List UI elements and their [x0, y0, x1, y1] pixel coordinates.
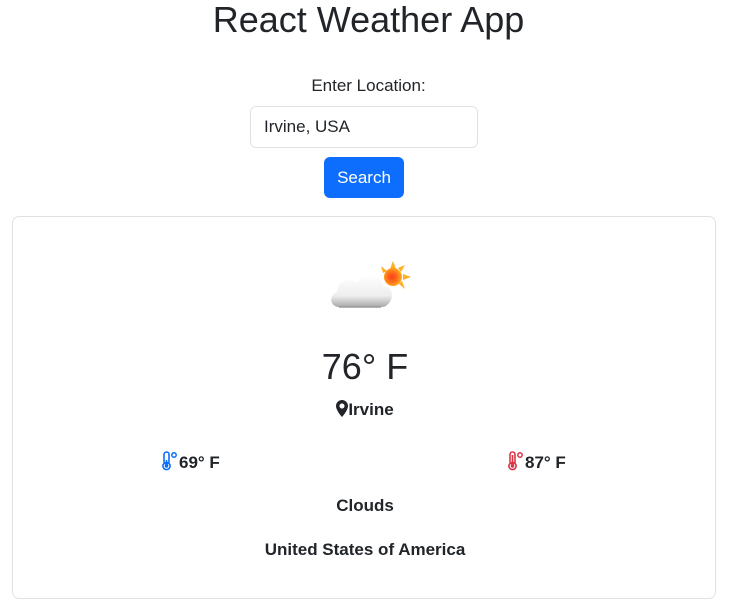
- weather-condition: Clouds: [336, 496, 394, 515]
- search-button[interactable]: Search: [324, 157, 404, 198]
- app-title: React Weather App: [212, 0, 525, 40]
- thermometer-high-icon: [508, 451, 523, 471]
- partly-cloudy-sun-icon: [331, 261, 411, 308]
- location-label: Enter Location:: [311, 76, 426, 95]
- country-name: United States of America: [264, 540, 466, 559]
- thermometer-low-icon: [162, 451, 177, 471]
- location-input[interactable]: [250, 106, 478, 148]
- weather-card: 76° F Irvine 69° F 87° F Clouds United S…: [12, 216, 716, 599]
- location-pin-icon: [336, 400, 349, 417]
- min-temperature: 69° F: [161, 451, 220, 474]
- max-temperature-value: 87° F: [525, 453, 566, 472]
- min-temperature-value: 69° F: [179, 453, 220, 472]
- city-name: Irvine: [348, 400, 394, 419]
- max-temperature: 87° F: [507, 451, 566, 474]
- current-temperature: 76° F: [321, 346, 409, 387]
- city-row: Irvine: [13, 399, 717, 421]
- page: React Weather App Enter Location: Search: [0, 0, 737, 608]
